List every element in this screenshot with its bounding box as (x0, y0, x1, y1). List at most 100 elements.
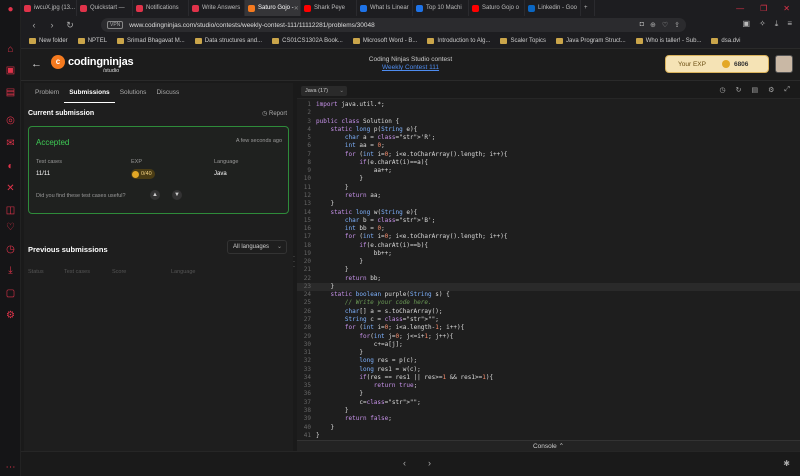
opera-menu-icon[interactable]: ● (5, 4, 16, 15)
wallet-icon[interactable]: ▣ (743, 19, 751, 29)
browser-tab[interactable]: Top 10 Machi (413, 0, 469, 16)
code-line[interactable]: 27 String c = class="str">""; (297, 316, 800, 325)
browser-tab[interactable]: Write Answers (189, 0, 245, 16)
browser-tab[interactable]: Shark Peye (301, 0, 357, 16)
heart-icon[interactable]: ♡ (5, 222, 16, 233)
new-tab-button[interactable]: + (581, 0, 595, 16)
menu-icon[interactable]: ≡ (787, 19, 792, 29)
bookmark-item[interactable]: dsa.dvi (711, 38, 740, 44)
extensions-icon[interactable]: ▢ (5, 288, 16, 299)
fullscreen-icon[interactable]: ⤢ (784, 86, 790, 94)
layout-icon[interactable]: ▤ (751, 86, 758, 94)
history-icon[interactable]: ◷ (5, 244, 16, 255)
code-line[interactable]: 18 if(e.charAt(i)==b){ (297, 242, 800, 251)
browser-tab[interactable]: Notifications (133, 0, 189, 16)
close-tab-icon[interactable]: ✕ (294, 5, 299, 12)
settings-icon[interactable]: ⚙ (5, 310, 16, 321)
messenger-icon[interactable]: ✉ (5, 138, 16, 149)
restore-icon[interactable]: ❐ (760, 4, 767, 13)
camera-icon[interactable]: ◘ (640, 21, 644, 29)
code-line[interactable]: 24 static boolean purple(String s) { (297, 291, 800, 300)
downloads-icon[interactable]: ⤓ (775, 19, 779, 29)
browser-tab[interactable]: Linkedin - Goo (525, 0, 581, 16)
prev-problem-icon[interactable]: ‹ (403, 458, 428, 468)
player-icon[interactable]: ◎ (5, 115, 16, 126)
reload-icon[interactable]: ↻ (65, 20, 75, 31)
code-line[interactable]: 12 return aa; (297, 192, 800, 201)
code-line[interactable]: 16 int bb = 0; (297, 225, 800, 234)
code-line[interactable]: 9 aa++; (297, 167, 800, 176)
code-line[interactable]: 17 for (int i=0; i<e.toCharArray().lengt… (297, 233, 800, 242)
code-line[interactable]: 32 long res = p(c); (297, 357, 800, 366)
code-line[interactable]: 3 public class Solution { (297, 118, 800, 127)
browser-tab[interactable]: iwcuX.jpg (13... (21, 0, 77, 16)
bookmark-item[interactable]: CS01CS1302A Book... (272, 38, 343, 44)
code-line[interactable]: 11 } (297, 184, 800, 193)
code-line[interactable]: 21 } (297, 266, 800, 275)
bookmark-star-icon[interactable]: ♡ (662, 21, 668, 29)
code-line[interactable]: 37 c=class="str">""; (297, 399, 800, 408)
code-line[interactable]: 2 (297, 109, 800, 118)
bookmark-item[interactable]: NPTEL (77, 38, 107, 44)
url-field[interactable]: VPN www.codingninjas.com/studio/contests… (101, 18, 686, 32)
code-line[interactable]: 14 static long w(String e){ (297, 209, 800, 218)
avatar[interactable] (775, 55, 793, 73)
x-icon[interactable]: ✕ (5, 183, 16, 194)
code-line[interactable]: 33 long res1 = w(c); (297, 366, 800, 375)
code-line[interactable]: 19 bb++; (297, 250, 800, 259)
settings-icon[interactable]: ⚙ (768, 86, 774, 94)
language-dropdown[interactable]: Java (17) ⌄ (301, 86, 347, 96)
next-problem-icon[interactable]: › (428, 458, 453, 468)
code-line[interactable]: 26 char[] a = s.toCharArray(); (297, 308, 800, 317)
exp-badge[interactable]: Your EXP 6806 (665, 55, 769, 73)
code-line[interactable]: 30 c+=a[j]; (297, 341, 800, 350)
code-line[interactable]: 10 } (297, 175, 800, 184)
bookmark-item[interactable]: Introduction to Alg... (427, 38, 490, 44)
code-line[interactable]: 22 return bb; (297, 275, 800, 284)
bag-icon[interactable]: ▣ (5, 65, 16, 76)
code-line[interactable]: 15 char b = class="str">'B'; (297, 217, 800, 226)
twitch-icon[interactable]: ▤ (5, 87, 16, 98)
code-line[interactable]: 29 for(int j=0; j<=i+1; j++){ (297, 333, 800, 342)
bookmark-item[interactable]: Data structures and... (194, 38, 262, 44)
console-toggle[interactable]: Console ⌃ (297, 440, 800, 451)
whatsapp-icon[interactable]: ◐ (5, 161, 16, 172)
vpn-badge[interactable]: VPN (107, 21, 124, 29)
instagram-icon[interactable]: ◫ (5, 205, 16, 216)
code-line[interactable]: 6 int aa = 0; (297, 142, 800, 151)
bookmark-item[interactable]: Microsoft Word - B... (352, 38, 417, 44)
code-line[interactable]: 5 char a = class="str">'R'; (297, 134, 800, 143)
code-line[interactable]: 25 // Write your code here. (297, 299, 800, 308)
bookmark-item[interactable]: Scaler Topics (500, 38, 546, 44)
timer-icon[interactable]: ◷ (720, 86, 726, 94)
code-line[interactable]: 38 } (297, 407, 800, 416)
code-line[interactable]: 40 } (297, 424, 800, 433)
code-line[interactable]: 34 if(res == res1 || res>=1 && res1>=1){ (297, 374, 800, 383)
back-nav-icon[interactable]: ‹ (29, 20, 39, 30)
code-line[interactable]: 23 } (297, 282, 800, 292)
thumbs-up-icon[interactable]: ▲ (150, 190, 160, 200)
code-line[interactable]: 7 for (int i=0; i<e.toCharArray().length… (297, 151, 800, 160)
browser-tab[interactable]: Saturo Gojo o (469, 0, 525, 16)
code-line[interactable]: 35 return true; (297, 382, 800, 391)
share-icon[interactable]: ⇪ (674, 21, 680, 29)
bookmark-item[interactable]: Who is taller! - Sub... (635, 38, 701, 44)
tab-solutions[interactable]: Solutions (115, 83, 152, 103)
forward-nav-icon[interactable]: › (47, 20, 57, 30)
download-icon[interactable]: ⤓ (5, 265, 16, 276)
tab-problem[interactable]: Problem (30, 83, 64, 103)
code-area[interactable]: 1 import java.util.*; 2 3 public class Solut… (297, 101, 800, 440)
bookmark-item[interactable]: Java Program Struct... (556, 38, 626, 44)
tab-discuss[interactable]: Discuss (151, 83, 184, 103)
browser-tab[interactable]: Saturo Gojo - ✕ (245, 0, 301, 16)
code-line[interactable]: 4 static long p(String e){ (297, 126, 800, 135)
code-line[interactable]: 1 import java.util.*; (297, 101, 800, 110)
minimize-icon[interactable]: — (736, 4, 744, 13)
code-line[interactable]: 28 for (int i=0; i<a.length-1; i++){ (297, 324, 800, 333)
more-icon[interactable]: ⋯ (5, 462, 16, 473)
browser-tab[interactable]: Quickstart — (77, 0, 133, 16)
language-filter-select[interactable]: All languages ⌄ (227, 240, 287, 254)
code-line[interactable]: 39 return false; (297, 415, 800, 424)
close-window-icon[interactable]: ✕ (783, 4, 790, 13)
code-line[interactable]: 36 } (297, 390, 800, 399)
